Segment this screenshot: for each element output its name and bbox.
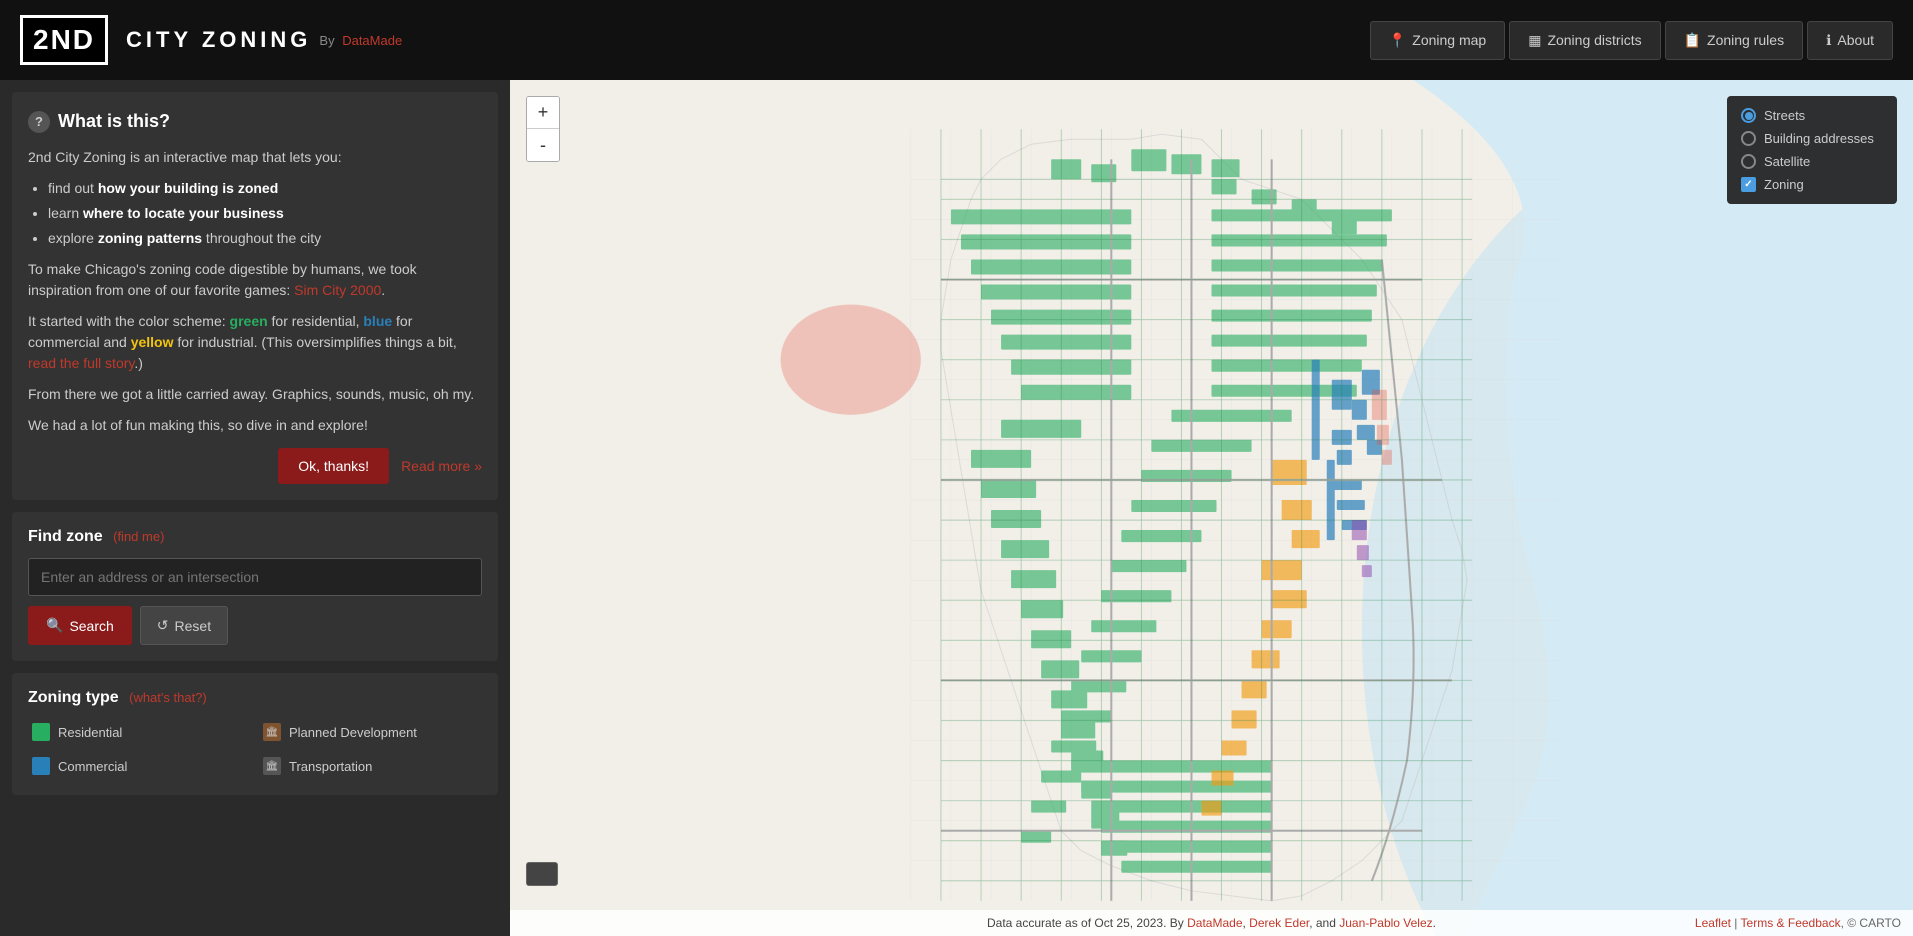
satellite-radio[interactable] [1741, 154, 1756, 169]
layer-satellite[interactable]: Satellite [1741, 154, 1883, 169]
zoom-in-button[interactable]: + [527, 97, 559, 129]
zoning-grid: Residential 🏛 Planned Development Commer… [28, 719, 482, 779]
info-bullets: find out how your building is zoned lear… [48, 178, 482, 249]
leaflet-links: Leaflet | Terms & Feedback, © CARTO [1695, 916, 1901, 930]
map-background [510, 80, 1913, 936]
info-para1: To make Chicago's zoning code digestible… [28, 259, 482, 301]
minimap-button[interactable] [526, 862, 558, 886]
read-more-button[interactable]: Read more » [401, 458, 482, 474]
nav-buttons: 📍 Zoning map ▦ Zoning districts 📋 Zoning… [1370, 21, 1893, 60]
layer-building-addresses[interactable]: Building addresses [1741, 131, 1883, 146]
logo-city: CITY ZONING [126, 27, 311, 53]
search-icon: 🔍 [46, 617, 63, 634]
juan-pablo-link[interactable]: Juan-Pablo Velez [1339, 916, 1432, 930]
main-content: ? What is this? 2nd City Zoning is an in… [0, 80, 1913, 936]
layer-streets[interactable]: Streets [1741, 108, 1883, 123]
terms-link[interactable]: Terms & Feedback [1741, 916, 1841, 930]
logo-2nd: 2ND [33, 24, 95, 55]
grid-icon: ▦ [1528, 32, 1541, 49]
leaflet-link[interactable]: Leaflet [1695, 916, 1731, 930]
zoning-type-box: Zoning type (what's that?) Residential 🏛… [12, 673, 498, 795]
nav-about[interactable]: ℹ About [1807, 21, 1893, 60]
map-footer: Data accurate as of Oct 25, 2023. By Dat… [510, 910, 1913, 936]
logo-box: 2ND [20, 15, 108, 65]
transportation-color: 🏛 [263, 757, 281, 775]
bullet-2: learn where to locate your business [48, 203, 482, 224]
info-para2: It started with the color scheme: green … [28, 311, 482, 374]
info-para3: From there we got a little carried away.… [28, 384, 482, 405]
search-button[interactable]: 🔍 Search [28, 606, 132, 645]
bullet-3: explore zoning patterns throughout the c… [48, 228, 482, 249]
search-reset-row: 🔍 Search ↺ Reset [28, 606, 482, 645]
map-svg [510, 80, 1913, 936]
logo-by: By DataMade [319, 33, 402, 48]
rules-icon: 📋 [1684, 32, 1701, 49]
derek-eder-link[interactable]: Derek Eder [1249, 916, 1309, 930]
map-pin-icon: 📍 [1389, 32, 1406, 49]
zoning-item-transportation[interactable]: 🏛 Transportation [259, 753, 482, 779]
layer-zoning[interactable]: Zoning [1741, 177, 1883, 192]
nav-zoning-rules[interactable]: 📋 Zoning rules [1665, 21, 1803, 60]
residential-color [32, 723, 50, 741]
info-icon: ℹ [1826, 32, 1831, 49]
zoom-out-button[interactable]: - [527, 129, 559, 161]
address-input[interactable] [28, 558, 482, 596]
reset-button[interactable]: ↺ Reset [140, 606, 228, 645]
zoning-checkbox[interactable] [1741, 177, 1756, 192]
header: 2ND CITY ZONING By DataMade 📍 Zoning map… [0, 0, 1913, 80]
datamade-link[interactable]: DataMade [342, 33, 402, 48]
info-btn-row: Ok, thanks! Read more » [28, 448, 482, 484]
info-box: ? What is this? 2nd City Zoning is an in… [12, 92, 498, 500]
map-area[interactable]: + - Streets Building addresses Satellite… [510, 80, 1913, 936]
map-zoom-controls: + - [526, 96, 560, 162]
question-icon: ? [28, 111, 50, 133]
bullet-1: find out how your building is zoned [48, 178, 482, 199]
planned-color: 🏛 [263, 723, 281, 741]
datamade-footer-link[interactable]: DataMade [1187, 916, 1242, 930]
zoning-type-title: Zoning type (what's that?) [28, 689, 482, 707]
layer-control: Streets Building addresses Satellite Zon… [1727, 96, 1897, 204]
find-zone-title: Find zone (find me) [28, 528, 482, 546]
streets-radio[interactable] [1741, 108, 1756, 123]
left-panel: ? What is this? 2nd City Zoning is an in… [0, 80, 510, 936]
find-me-link[interactable]: (find me) [113, 529, 164, 544]
reset-icon: ↺ [157, 617, 169, 634]
info-title: ? What is this? [28, 108, 482, 135]
zoning-type-what[interactable]: (what's that?) [129, 690, 207, 705]
addresses-radio[interactable] [1741, 131, 1756, 146]
zoning-item-planned[interactable]: 🏛 Planned Development [259, 719, 482, 745]
zoning-item-commercial[interactable]: Commercial [28, 753, 251, 779]
find-zone-box: Find zone (find me) 🔍 Search ↺ Reset [12, 512, 498, 661]
info-para4: We had a lot of fun making this, so dive… [28, 415, 482, 436]
simcity-link[interactable]: Sim City 2000 [294, 282, 381, 298]
commercial-color [32, 757, 50, 775]
zoning-item-residential[interactable]: Residential [28, 719, 251, 745]
nav-zoning-districts[interactable]: ▦ Zoning districts [1509, 21, 1660, 60]
full-story-link[interactable]: read the full story [28, 355, 134, 371]
ok-thanks-button[interactable]: Ok, thanks! [278, 448, 389, 484]
nav-zoning-map[interactable]: 📍 Zoning map [1370, 21, 1505, 60]
